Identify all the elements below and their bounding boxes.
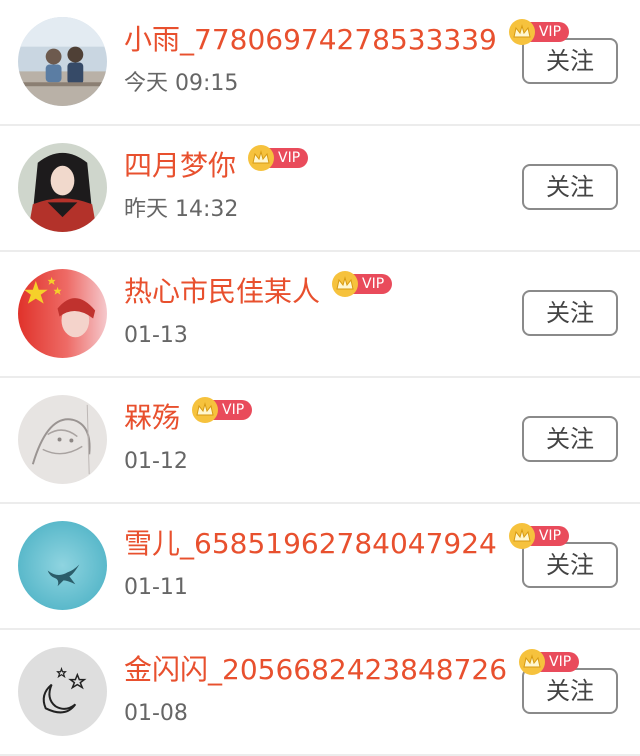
- vip-badge: VIP: [519, 649, 580, 675]
- name-line: 热心市民佳某人 VIP: [124, 271, 393, 312]
- list-item[interactable]: 小雨_77806974278533339 VIP 今天 09:15 关注: [0, 0, 640, 126]
- user-name[interactable]: 金闪闪_2056682423848726: [124, 650, 507, 690]
- sketch-drawing-icon: [18, 395, 107, 484]
- vip-badge: VIP: [192, 397, 253, 423]
- avatar[interactable]: [18, 521, 107, 610]
- timestamp: 昨天 14:32: [124, 197, 239, 222]
- crown-icon: [192, 397, 219, 423]
- avatar[interactable]: [18, 395, 107, 484]
- follower-list: 小雨_77806974278533339 VIP 今天 09:15 关注 四月梦…: [0, 0, 640, 756]
- moon-and-stars-doodle-icon: [18, 647, 107, 736]
- vip-badge: VIP: [332, 271, 393, 297]
- vip-badge: VIP: [508, 523, 570, 549]
- timestamp: 01-08: [124, 701, 188, 726]
- name-line: 雪儿_65851962784047924 VIP: [124, 523, 570, 564]
- crown-icon: [519, 649, 546, 675]
- vip-badge: VIP: [248, 145, 309, 171]
- list-item[interactable]: 四月梦你 VIP 昨天 14:32 关注: [0, 126, 640, 252]
- list-item[interactable]: 槑殇 VIP 01-12 关注: [0, 378, 640, 504]
- user-name[interactable]: 热心市民佳某人: [124, 272, 320, 312]
- user-name[interactable]: 小雨_77806974278533339: [124, 20, 497, 60]
- list-item[interactable]: 雪儿_65851962784047924 VIP 01-11 关注: [0, 504, 640, 630]
- name-line: 槑殇 VIP: [124, 397, 253, 438]
- girl-red-jacket-photo-icon: [18, 143, 107, 232]
- follow-button[interactable]: 关注: [522, 164, 618, 210]
- avatar[interactable]: [18, 143, 107, 232]
- list-item[interactable]: 金闪闪_2056682423848726 VIP 01-08 关注: [0, 630, 640, 756]
- follow-button[interactable]: 关注: [522, 416, 618, 462]
- avatar[interactable]: [18, 17, 107, 106]
- follow-button[interactable]: 关注: [522, 542, 618, 588]
- name-line: 四月梦你 VIP: [124, 145, 309, 186]
- crown-icon: [508, 19, 535, 45]
- crown-icon: [248, 145, 275, 171]
- timestamp: 01-11: [124, 575, 188, 600]
- avatar[interactable]: [18, 647, 107, 736]
- timestamp: 01-12: [124, 449, 188, 474]
- user-name[interactable]: 四月梦你: [124, 146, 236, 186]
- name-line: 小雨_77806974278533339 VIP: [124, 19, 570, 60]
- user-name[interactable]: 槑殇: [124, 398, 180, 438]
- vip-badge: VIP: [508, 19, 570, 45]
- two-children-photo-icon: [18, 17, 107, 106]
- follow-button[interactable]: 关注: [522, 38, 618, 84]
- timestamp: 今天 09:15: [124, 71, 239, 96]
- user-name[interactable]: 雪儿_65851962784047924: [124, 524, 497, 564]
- whale-tail-in-water-icon: [18, 521, 107, 610]
- name-line: 金闪闪_2056682423848726 VIP: [124, 649, 580, 690]
- follow-button[interactable]: 关注: [522, 668, 618, 714]
- red-flag-with-stars-icon: [18, 269, 107, 358]
- crown-icon: [508, 523, 535, 549]
- avatar[interactable]: [18, 269, 107, 358]
- crown-icon: [332, 271, 359, 297]
- timestamp: 01-13: [124, 323, 188, 348]
- list-item[interactable]: 热心市民佳某人 VIP 01-13 关注: [0, 252, 640, 378]
- follow-button[interactable]: 关注: [522, 290, 618, 336]
